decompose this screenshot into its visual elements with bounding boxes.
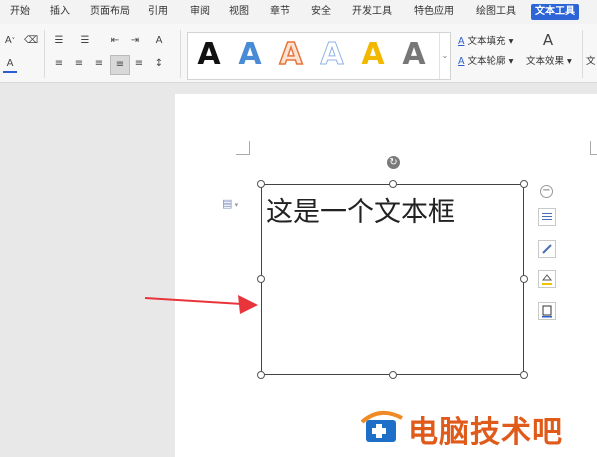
resize-handle[interactable]: [389, 180, 397, 188]
gallery-more-icon[interactable]: ⌄: [439, 33, 450, 79]
justify-icon[interactable]: ≡: [110, 55, 130, 75]
tab-insert[interactable]: 插入: [50, 4, 70, 20]
collapse-icon[interactable]: −: [540, 185, 553, 198]
ribbon-tab-bar: 开始 插入 页面布局 引用 审阅 视图 章节 安全 开发工具 特色应用 绘图工具…: [0, 0, 597, 24]
resize-handle[interactable]: [520, 180, 528, 188]
tab-start[interactable]: 开始: [10, 4, 30, 20]
tab-security[interactable]: 安全: [311, 4, 331, 20]
resize-handle[interactable]: [257, 180, 265, 188]
style-blue-letter[interactable]: A: [235, 37, 265, 73]
align-left-icon[interactable]: ≡: [52, 57, 66, 71]
ribbon-toolbar: A˅ ⌫ A ☰ ☰ ⇤ ⇥ A ≡ ≡ ≡ ≡ ≡ ↕ A A A A A A…: [0, 24, 597, 83]
resize-handle[interactable]: [257, 275, 265, 283]
resize-handle[interactable]: [520, 275, 528, 283]
align-center-icon[interactable]: ≡: [72, 57, 86, 71]
rotate-handle-icon[interactable]: ↻: [387, 156, 400, 169]
text-box-content[interactable]: 这是一个文本框: [266, 190, 455, 229]
line-spacing-icon[interactable]: ↕: [152, 57, 166, 71]
watermark-logo-icon: [360, 410, 403, 442]
text-style-gallery: A A A A A A ⌄: [187, 32, 451, 80]
tab-text-tools[interactable]: 文本工具: [531, 4, 579, 20]
tab-review[interactable]: 审阅: [190, 4, 210, 20]
font-color-icon[interactable]: A: [3, 57, 17, 73]
style-orange-letter[interactable]: A: [276, 36, 306, 73]
style-gray-letter[interactable]: A: [399, 37, 429, 73]
text-outline-label: 文本轮廓: [467, 56, 506, 67]
fill-color-icon[interactable]: [538, 270, 556, 288]
decrease-indent-icon[interactable]: ⇤: [108, 34, 122, 48]
margin-corner-mark: [590, 141, 597, 155]
watermark-text: 电脑技术吧: [408, 415, 563, 450]
clear-format-icon[interactable]: A˅: [3, 34, 17, 48]
text-effect-button[interactable]: 文本效果 ▾: [526, 55, 572, 69]
style-black-letter[interactable]: A: [194, 37, 224, 73]
tab-special-apps[interactable]: 特色应用: [414, 4, 454, 20]
resize-handle[interactable]: [257, 371, 265, 379]
tab-chapter[interactable]: 章节: [270, 4, 290, 20]
tab-developer-tools[interactable]: 开发工具: [352, 4, 392, 20]
text-direction-icon[interactable]: A: [152, 34, 166, 48]
layout-options-icon[interactable]: [538, 208, 556, 226]
pen-icon[interactable]: [538, 240, 556, 258]
distribute-icon[interactable]: ≡: [132, 57, 146, 71]
text-effect-icon[interactable]: A: [538, 33, 558, 51]
eraser-icon[interactable]: ⌫: [24, 34, 38, 48]
increase-indent-icon[interactable]: ⇥: [128, 34, 142, 48]
pointer-arrow-icon: [144, 295, 258, 314]
tab-page-layout[interactable]: 页面布局: [90, 4, 130, 20]
text-fill-label: 文本填充: [467, 36, 506, 47]
style-outline-letter[interactable]: A: [317, 37, 347, 73]
text-fill-button[interactable]: A 文本填充 ▾: [458, 35, 513, 49]
numbered-list-icon[interactable]: ☰: [78, 34, 92, 48]
border-icon[interactable]: [538, 302, 556, 320]
tab-references[interactable]: 引用: [148, 4, 168, 20]
text-more-label[interactable]: 文: [586, 55, 596, 69]
tab-drawing-tools[interactable]: 绘图工具: [476, 4, 516, 20]
resize-handle[interactable]: [389, 371, 397, 379]
text-outline-button[interactable]: A 文本轮廓 ▾: [458, 55, 513, 69]
tab-view[interactable]: 视图: [229, 4, 249, 20]
bullet-list-icon[interactable]: ☰: [52, 34, 66, 48]
margin-corner-mark: [236, 141, 250, 155]
anchor-icon[interactable]: ▤ ▾: [222, 197, 238, 210]
resize-handle[interactable]: [520, 371, 528, 379]
text-effect-label: 文本效果: [526, 56, 565, 67]
style-yellow-letter[interactable]: A: [358, 37, 388, 73]
align-right-icon[interactable]: ≡: [92, 57, 106, 71]
